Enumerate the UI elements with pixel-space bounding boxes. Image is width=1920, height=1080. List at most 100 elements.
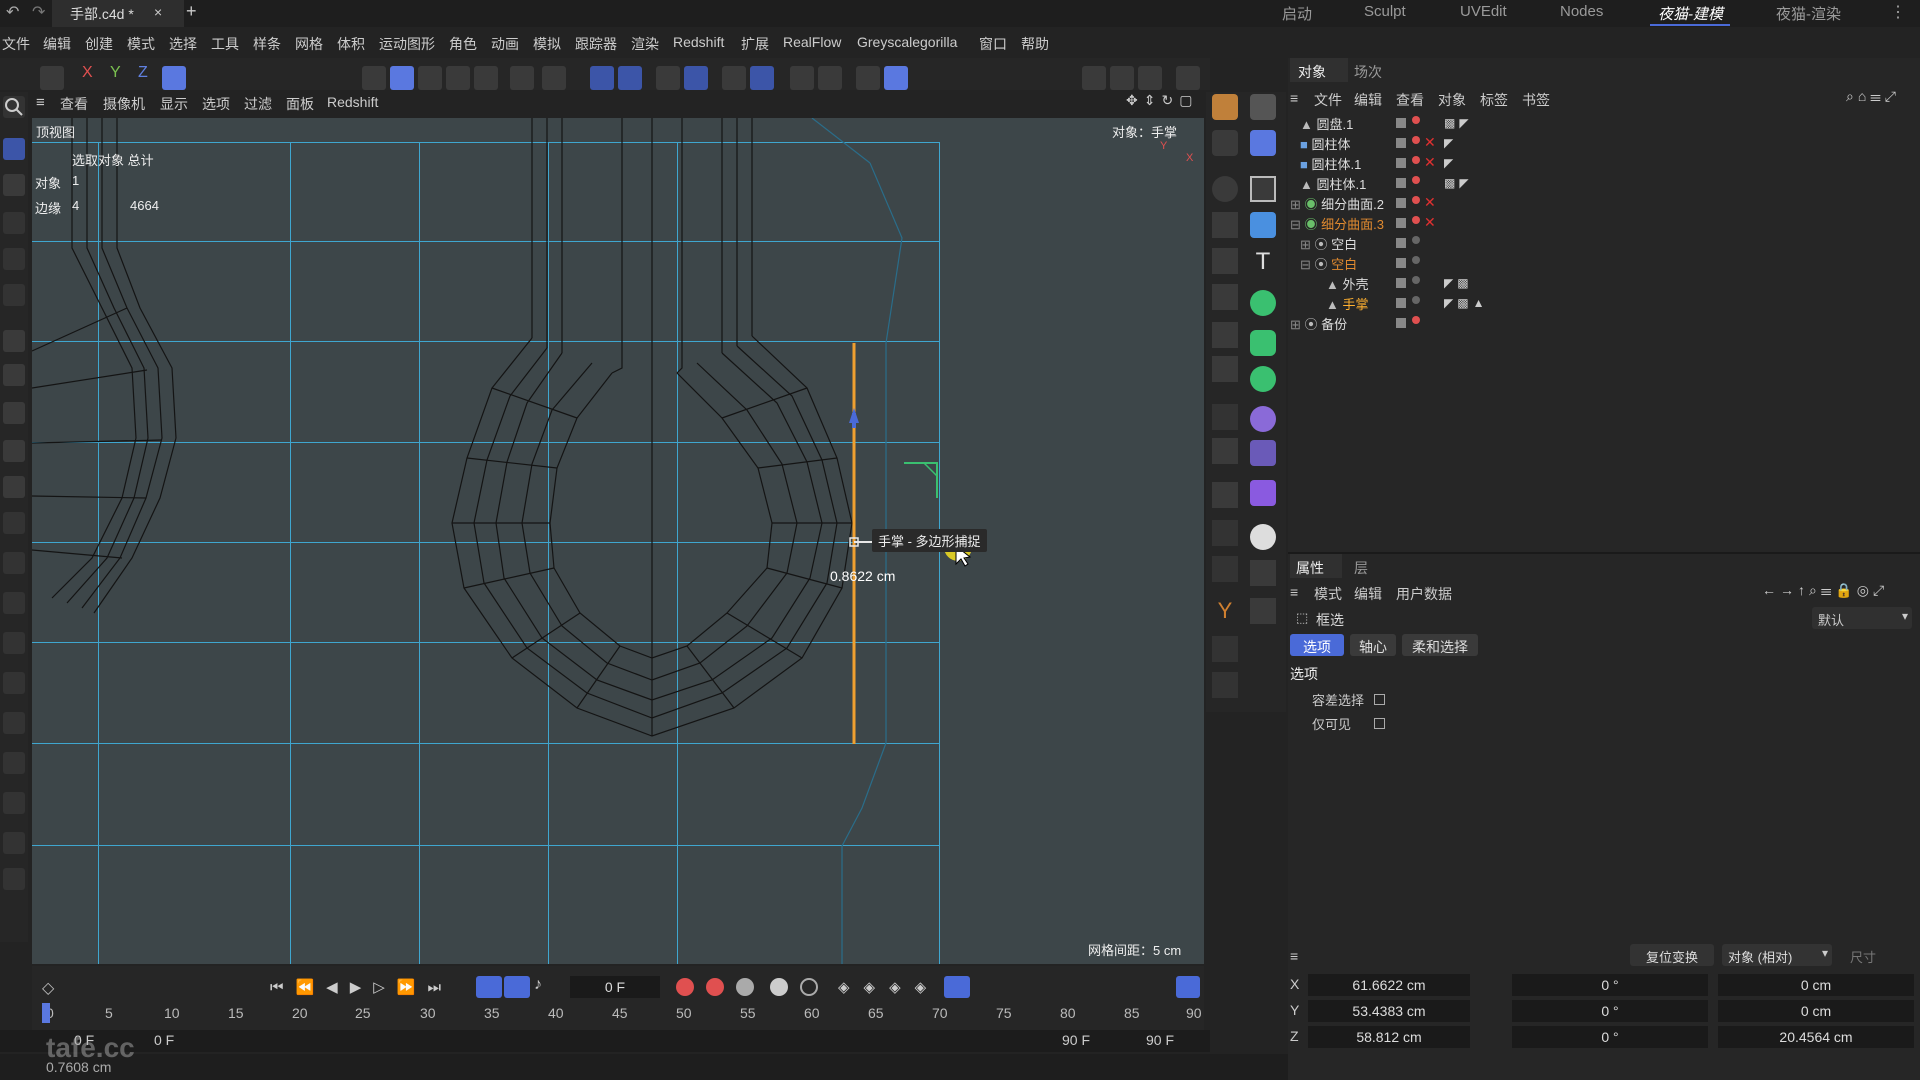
object-row[interactable]: ⊞ ◉ 细分曲面.2 <box>1290 194 1384 214</box>
obj-menu-edit[interactable]: 编辑 <box>1354 90 1382 110</box>
layer-swatch[interactable] <box>1396 298 1406 308</box>
stitch-icon[interactable] <box>3 832 25 854</box>
subtab-axis[interactable]: 轴心 <box>1350 634 1396 656</box>
object-row[interactable]: ⊟ ⦿ 空白 <box>1300 254 1357 274</box>
object-mode-button[interactable] <box>474 66 498 90</box>
axis-z-toggle[interactable]: Z <box>138 64 148 82</box>
obj-menu-view[interactable]: 查看 <box>1396 90 1424 110</box>
layout-tab-uvedit[interactable]: UVEdit <box>1460 3 1507 20</box>
pos-y-field[interactable]: 53.4383 cm <box>1308 1000 1470 1022</box>
tag-icons[interactable]: ▩◤ <box>1444 176 1473 190</box>
knife-icon[interactable] <box>3 552 25 574</box>
layer-swatch[interactable] <box>1396 178 1406 188</box>
f-curve-button[interactable] <box>1176 976 1200 998</box>
circle-icon[interactable] <box>1212 176 1238 202</box>
disabled-x-icon[interactable]: ✕ <box>1424 214 1436 231</box>
visibility-dot[interactable] <box>1412 316 1420 324</box>
axis-y-toggle[interactable]: Y <box>110 64 121 82</box>
motion-record-button[interactable] <box>770 978 788 996</box>
pos-x-field[interactable]: 61.6622 cm <box>1308 974 1470 996</box>
size-z-field[interactable]: 20.4564 cm <box>1718 1026 1914 1048</box>
coords-hamburger-icon[interactable]: ≡ <box>1290 948 1298 964</box>
bevel-icon[interactable] <box>3 476 25 498</box>
tag-icons[interactable]: ◤ <box>1444 136 1453 150</box>
visibility-dot[interactable] <box>1412 196 1420 204</box>
tag-icons[interactable]: ◤ <box>1444 156 1453 170</box>
pos-z-field[interactable]: 58.812 cm <box>1308 1026 1470 1048</box>
layer-swatch[interactable] <box>1396 278 1406 288</box>
symmetry-button[interactable] <box>750 66 774 90</box>
eye-icon[interactable] <box>1212 556 1238 582</box>
object-row[interactable]: ■ 圆柱体 <box>1300 134 1351 154</box>
search-icon[interactable] <box>3 96 25 118</box>
quantize-button[interactable] <box>684 66 708 90</box>
rot-x-field[interactable]: 0 ° <box>1512 974 1708 996</box>
menu-select[interactable]: 选择 <box>169 34 197 54</box>
cube-primitive-icon[interactable] <box>1250 212 1276 238</box>
spline-icon[interactable] <box>3 752 25 774</box>
tab-layers[interactable]: 层 <box>1354 558 1368 578</box>
object-row[interactable]: ▲ 圆柱体.1 <box>1300 174 1366 194</box>
object-row[interactable]: ■ 圆柱体.1 <box>1300 154 1361 174</box>
viewport-top[interactable]: 顶视图 选取对象 总计 对象 1 边缘 4 4664 对象：手掌 Y X 手掌 … <box>32 118 1204 964</box>
generator-icon[interactable] <box>1250 290 1276 316</box>
effector-icon[interactable] <box>1250 366 1276 392</box>
spline-pen-icon[interactable] <box>1212 94 1238 120</box>
bend-icon[interactable] <box>1250 480 1276 506</box>
menu-greyscalegorilla[interactable]: Greyscalegorilla <box>857 34 957 50</box>
vp-menu-panel[interactable]: 面板 <box>286 94 314 114</box>
keyframe-icon[interactable]: ◇ <box>42 978 54 998</box>
hide-icon[interactable] <box>1212 520 1238 546</box>
sphere-light-icon[interactable] <box>1250 524 1276 550</box>
slice-icon[interactable] <box>1212 284 1238 310</box>
polygons-mode-button[interactable] <box>418 66 442 90</box>
snap-settings-button[interactable] <box>618 66 642 90</box>
edges-mode-button[interactable] <box>390 66 414 90</box>
attr-menu-edit[interactable]: 编辑 <box>1354 584 1382 604</box>
loop-cut-icon[interactable] <box>3 592 25 614</box>
tolerant-select-checkbox[interactable] <box>1374 694 1385 705</box>
cube-icon[interactable] <box>3 440 25 462</box>
object-row[interactable]: ▲ 外壳 <box>1326 274 1369 294</box>
paint-icon[interactable] <box>1250 130 1276 156</box>
vp-menu-view[interactable]: 查看 <box>60 94 88 114</box>
rotate-icon[interactable] <box>3 248 25 270</box>
axis-mode-button[interactable] <box>510 66 534 90</box>
text-icon[interactable]: T <box>1250 248 1276 275</box>
attr-nav-icons[interactable]: ←→↑⌕☰🔒◎⤢ <box>1762 582 1888 599</box>
tab-objects[interactable]: 对象 <box>1290 58 1348 82</box>
undo-icon[interactable]: ↶ <box>6 2 22 22</box>
range-end-b[interactable]: 90 F <box>1146 1032 1174 1048</box>
box-select-icon[interactable] <box>3 174 25 196</box>
field-icon[interactable] <box>1250 440 1276 466</box>
disabled-x-icon[interactable]: ✕ <box>1424 154 1436 171</box>
sound-icon[interactable]: ♪ <box>534 976 542 994</box>
subtab-options[interactable]: 选项 <box>1290 634 1344 656</box>
visibility-dot[interactable] <box>1412 216 1420 224</box>
soft-selection-button[interactable] <box>722 66 746 90</box>
layer-icon[interactable] <box>3 672 25 694</box>
tag-icons[interactable]: ▩◤ <box>1444 116 1473 130</box>
attr-menu-mode[interactable]: 模式 <box>1314 584 1342 604</box>
viewport-nav-icons[interactable]: ✥⇕↻▢ <box>1126 92 1198 109</box>
object-row[interactable]: ▲ 圆盘.1 <box>1300 114 1353 134</box>
grid-dots-icon[interactable] <box>1212 404 1238 430</box>
layer-swatch[interactable] <box>1396 258 1406 268</box>
render-view-button[interactable] <box>1082 66 1106 90</box>
polygon-pen-icon[interactable] <box>3 632 25 654</box>
close-tab-icon[interactable]: × <box>154 4 162 20</box>
reset-transform-button[interactable]: 复位变换 <box>1630 944 1714 966</box>
uv-mode-button[interactable] <box>446 66 470 90</box>
subtab-soft-selection[interactable]: 柔和选择 <box>1402 634 1478 656</box>
menu-simulate[interactable]: 模拟 <box>533 34 561 54</box>
menu-window[interactable]: 窗口 <box>979 34 1007 54</box>
visibility-dot[interactable] <box>1412 176 1420 184</box>
pen-icon[interactable] <box>3 364 25 386</box>
objects-search-icon[interactable]: ⌕⌂☰⤢ <box>1846 88 1900 105</box>
visibility-dot[interactable] <box>1412 136 1420 144</box>
grid-snap-button[interactable] <box>656 66 680 90</box>
weld-icon[interactable] <box>3 712 25 734</box>
vp-menu-camera[interactable]: 摄像机 <box>103 94 145 114</box>
viewport-solo-button[interactable] <box>856 66 880 90</box>
menu-mode[interactable]: 模式 <box>127 34 155 54</box>
